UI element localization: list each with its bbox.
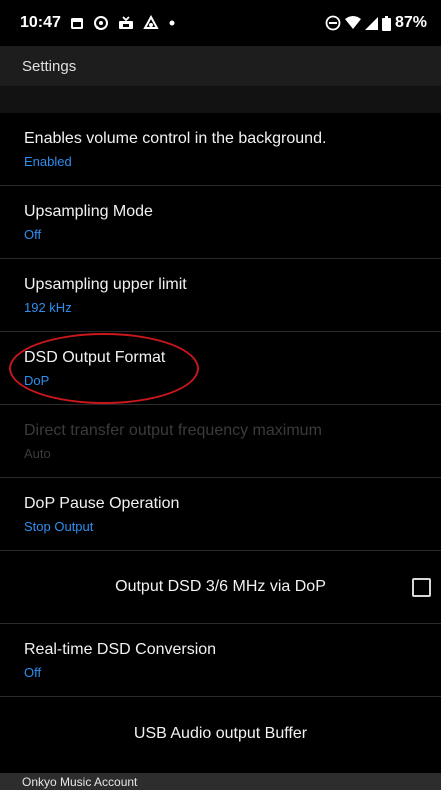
setting-title: Output DSD 3/6 MHz via DoP bbox=[115, 578, 326, 595]
setting-title: DoP Pause Operation bbox=[24, 494, 180, 512]
wifi-icon bbox=[344, 16, 361, 30]
do-not-disturb-icon bbox=[325, 15, 341, 31]
setting-title: Enables volume control in the background… bbox=[24, 129, 327, 147]
setting-title: DSD Output Format bbox=[24, 348, 166, 366]
calendar-icon bbox=[70, 16, 84, 30]
dot-icon bbox=[168, 19, 176, 27]
app-header: Settings bbox=[0, 46, 441, 86]
setting-background-volume-control[interactable]: Enables volume control in the background… bbox=[0, 113, 441, 186]
status-time: 10:47 bbox=[20, 14, 61, 31]
setting-value: Enabled bbox=[24, 153, 72, 169]
status-right-group: 87% bbox=[325, 14, 427, 32]
signal-icon bbox=[364, 16, 378, 30]
setting-dsd-output-format[interactable]: DSD Output Format DoP bbox=[0, 332, 441, 405]
setting-value: Off bbox=[24, 664, 42, 680]
section-header-onkyo-account: Onkyo Music Account bbox=[0, 773, 441, 790]
setting-title: Direct transfer output frequency maximum bbox=[24, 421, 322, 439]
battery-icon bbox=[381, 15, 391, 31]
status-bar: 10:47 87% bbox=[0, 0, 441, 46]
setting-realtime-dsd-conversion[interactable]: Real-time DSD Conversion Off bbox=[0, 624, 441, 697]
section-label: Onkyo Music Account bbox=[22, 774, 138, 789]
setting-value: 192 kHz bbox=[24, 299, 72, 315]
setting-usb-audio-output-buffer[interactable]: USB Audio output Buffer bbox=[0, 697, 441, 770]
dsd-dop-checkbox[interactable] bbox=[412, 578, 431, 597]
setting-upsampling-mode[interactable]: Upsampling Mode Off bbox=[0, 186, 441, 259]
setting-output-dsd-via-dop[interactable]: Output DSD 3/6 MHz via DoP bbox=[0, 551, 441, 624]
header-divider bbox=[0, 86, 441, 113]
settings-list: Enables volume control in the background… bbox=[0, 113, 441, 770]
tv-icon bbox=[118, 16, 134, 30]
setting-title: Upsampling upper limit bbox=[24, 275, 187, 293]
setting-value: Auto bbox=[24, 445, 51, 461]
setting-value: DoP bbox=[24, 372, 50, 388]
setting-title: USB Audio output Buffer bbox=[133, 724, 308, 742]
status-left-group: 10:47 bbox=[20, 14, 176, 32]
setting-value: Off bbox=[24, 226, 42, 242]
battery-percent: 87% bbox=[394, 14, 427, 31]
outlook-icon bbox=[143, 15, 159, 31]
whatsapp-icon bbox=[93, 15, 109, 31]
setting-title: Upsampling Mode bbox=[24, 202, 153, 220]
setting-upsampling-upper-limit[interactable]: Upsampling upper limit 192 kHz bbox=[0, 259, 441, 332]
page-title: Settings bbox=[22, 57, 77, 75]
setting-value: Stop Output bbox=[24, 518, 94, 534]
setting-title: Real-time DSD Conversion bbox=[24, 640, 217, 658]
setting-direct-transfer-max-frequency: Direct transfer output frequency maximum… bbox=[0, 405, 441, 478]
setting-dop-pause-operation[interactable]: DoP Pause Operation Stop Output bbox=[0, 478, 441, 551]
